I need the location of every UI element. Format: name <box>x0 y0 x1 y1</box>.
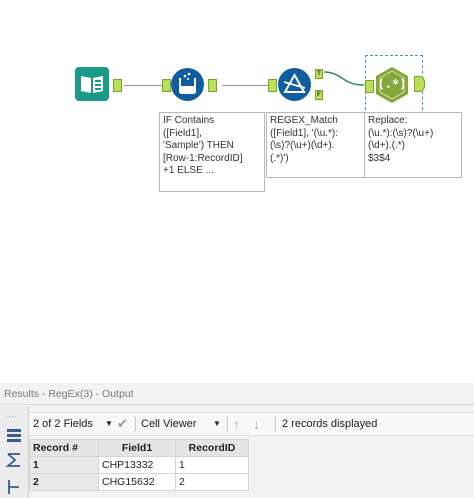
results-grid[interactable]: Record # Field1 RecordID 1 CHP13332 1 2 … <box>29 439 249 491</box>
results-title: Results - RegEx(3) - Output <box>0 383 474 405</box>
bracket-icon[interactable] <box>5 478 23 496</box>
summation-icon[interactable] <box>5 451 23 469</box>
viewer-dropdown-icon[interactable]: ▼ <box>213 413 221 435</box>
toolbar-separator-2 <box>227 417 228 431</box>
table-view-icon[interactable] <box>5 426 23 444</box>
formula-tool[interactable] <box>171 68 204 101</box>
filter-tool[interactable] <box>278 68 311 101</box>
table-row[interactable]: 1 CHP13332 1 <box>29 456 249 474</box>
regex-annotation: Replace: (\u.*):(\s)?(\u+) (\d+).(.*) $3… <box>364 112 462 178</box>
records-count: 2 records displayed <box>282 418 378 430</box>
results-side-rail: .... <box>0 406 29 498</box>
regex-symbol: (.*) <box>377 77 407 91</box>
formula-beaker-icon <box>179 72 196 94</box>
workflow-canvas[interactable]: T F (.*) IF Contains ([Field1], 'Sample'… <box>0 0 474 383</box>
viewer-select[interactable]: Cell Viewer <box>141 413 196 435</box>
filter-triangle-icon <box>283 72 306 93</box>
formula-input-anchor[interactable] <box>162 79 171 92</box>
column-header-recordid[interactable]: RecordID <box>175 439 249 457</box>
cell-recordid[interactable]: 2 <box>175 473 249 491</box>
filter-true-anchor[interactable]: T <box>315 69 323 79</box>
fields-select[interactable]: 2 of 2 Fields <box>33 413 93 435</box>
cell-field1[interactable]: CHG15632 <box>98 473 176 491</box>
row-number: 1 <box>29 456 99 474</box>
toolbar-separator-1 <box>135 417 136 431</box>
cell-field1[interactable]: CHP13332 <box>98 456 176 474</box>
table-row[interactable]: 2 CHG15632 2 <box>29 473 249 491</box>
filter-input-anchor[interactable] <box>268 79 277 92</box>
regex-tool[interactable]: (.*) <box>373 66 411 104</box>
connection-filter-true-regex <box>323 71 365 86</box>
connection-input-formula <box>124 85 164 86</box>
grip-dots-icon: .... <box>5 410 18 419</box>
filter-false-anchor[interactable]: F <box>315 90 323 100</box>
input-output-anchor[interactable] <box>113 79 122 92</box>
filter-annotation: REGEX_Match ([Field1], '(\u.*): (\s)?(\u… <box>266 112 365 178</box>
results-panel: Results - RegEx(3) - Output .... 2 of 2 … <box>0 383 474 498</box>
arrow-down-icon[interactable]: ↓ <box>253 413 260 435</box>
column-header-record[interactable]: Record # <box>29 439 99 457</box>
row-number: 2 <box>29 473 99 491</box>
formula-annotation: IF Contains ([Field1], 'Sample') THEN [R… <box>159 112 265 192</box>
cell-recordid[interactable]: 1 <box>175 456 249 474</box>
arrow-up-icon[interactable]: ↑ <box>233 413 240 435</box>
connection-formula-filter <box>222 85 270 86</box>
fields-dropdown-icon[interactable]: ▼ <box>105 413 113 435</box>
toolbar-separator-3 <box>275 417 276 431</box>
input-data-tool[interactable] <box>75 67 109 101</box>
formula-output-anchor[interactable] <box>208 79 217 92</box>
column-header-field1[interactable]: Field1 <box>98 439 176 457</box>
results-toolbar: 2 of 2 Fields ▼ ✔ Cell Viewer ▼ ↑ ↓ 2 re… <box>29 412 474 436</box>
book-icon <box>81 76 103 93</box>
regex-output-anchor[interactable] <box>414 76 425 92</box>
checkmark-icon[interactable]: ✔ <box>117 413 128 435</box>
